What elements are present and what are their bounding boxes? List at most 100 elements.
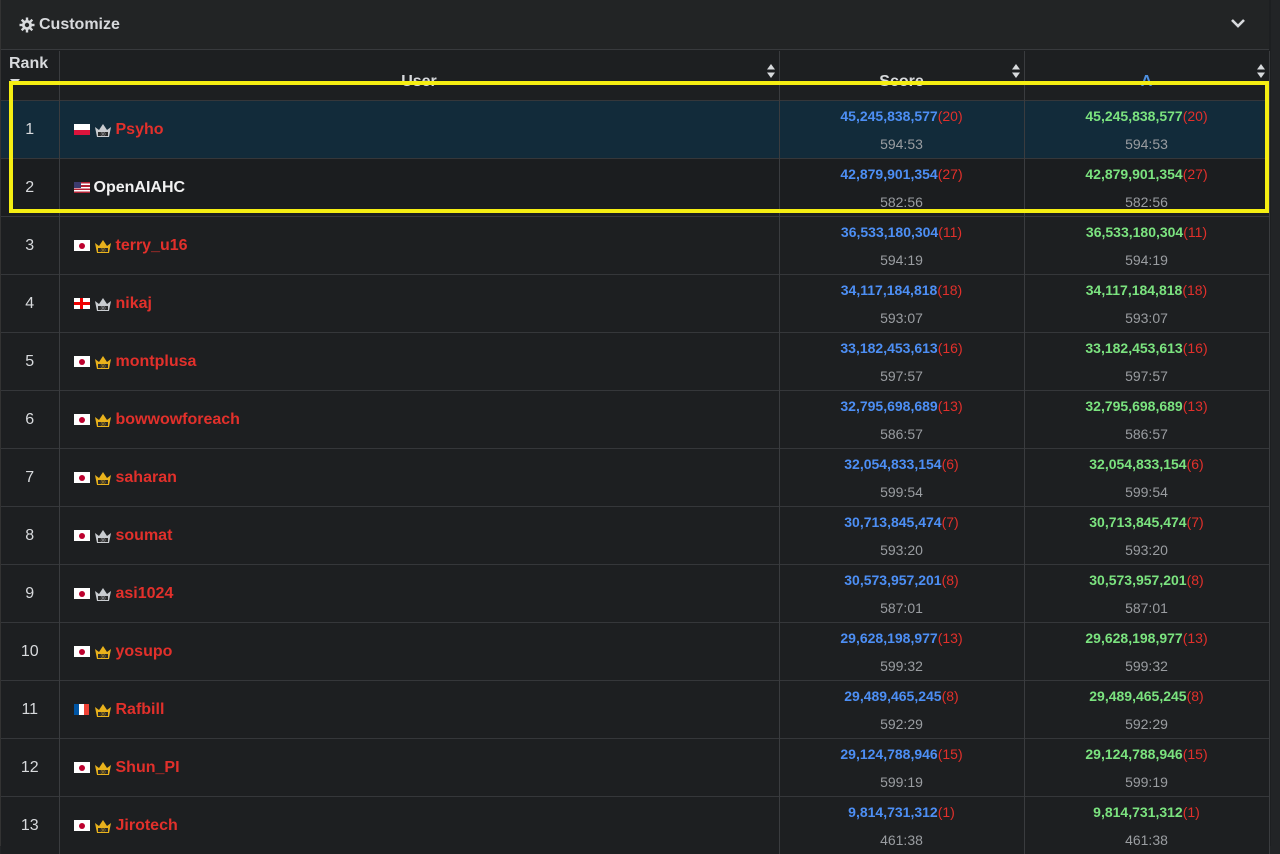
score-time: 594:53 bbox=[780, 130, 1024, 158]
score-cell[interactable]: 29,124,788,946(15) 599:19 bbox=[779, 739, 1024, 797]
user-link[interactable]: Jirotech bbox=[116, 817, 178, 835]
table-row: 6 30 bowwowforeach 32,795,698,689(13) 58… bbox=[1, 391, 1269, 449]
score-submission-count: (8) bbox=[942, 572, 959, 588]
score-value: 29,124,788,946 bbox=[840, 746, 937, 762]
user-link[interactable]: bowwowforeach bbox=[116, 411, 240, 429]
a-cell[interactable]: 33,182,453,613(16) 597:57 bbox=[1024, 333, 1269, 391]
a-score-value: 29,489,465,245 bbox=[1089, 688, 1186, 704]
score-value: 30,713,845,474 bbox=[844, 514, 941, 530]
rank-value: 5 bbox=[25, 353, 34, 370]
user-link[interactable]: nikaj bbox=[116, 295, 152, 313]
a-cell[interactable]: 29,124,788,946(15) 599:19 bbox=[1024, 739, 1269, 797]
table-row: 7 30 saharan 32,054,833,154(6) 599:54 32… bbox=[1, 449, 1269, 507]
score-time: 461:38 bbox=[780, 826, 1024, 854]
a-column-header[interactable]: A bbox=[1024, 51, 1269, 101]
sort-icon bbox=[1012, 64, 1020, 78]
a-score-value: 29,124,788,946 bbox=[1085, 746, 1182, 762]
score-cell[interactable]: 45,245,838,577(20) 594:53 bbox=[779, 101, 1024, 159]
rank-column-header[interactable]: Rank bbox=[1, 51, 59, 101]
a-submission-count: (20) bbox=[1183, 108, 1208, 124]
score-cell[interactable]: 29,489,465,245(8) 592:29 bbox=[779, 681, 1024, 739]
a-time: 587:01 bbox=[1025, 594, 1269, 622]
score-cell[interactable]: 29,628,198,977(13) 599:32 bbox=[779, 623, 1024, 681]
user-cell: 30 soumat bbox=[59, 507, 779, 565]
a-score-value: 30,713,845,474 bbox=[1089, 514, 1186, 530]
a-cell[interactable]: 30,713,845,474(7) 593:20 bbox=[1024, 507, 1269, 565]
table-row: 1 30 Psyho 45,245,838,577(20) 594:53 45,… bbox=[1, 101, 1269, 159]
score-cell[interactable]: 42,879,901,354(27) 582:56 bbox=[779, 159, 1024, 217]
table-row: 8 30 soumat 30,713,845,474(7) 593:20 30,… bbox=[1, 507, 1269, 565]
user-cell: 30 montplusa bbox=[59, 333, 779, 391]
customize-bar[interactable]: Customize bbox=[1, 0, 1269, 50]
score-cell[interactable]: 36,533,180,304(11) 594:19 bbox=[779, 217, 1024, 275]
a-submission-count: (8) bbox=[1187, 572, 1204, 588]
user-link[interactable]: soumat bbox=[116, 527, 173, 545]
crown-icon: 30 bbox=[94, 643, 112, 661]
rank-cell: 10 bbox=[1, 623, 59, 681]
user-link[interactable]: yosupo bbox=[116, 643, 173, 661]
a-cell[interactable]: 34,117,184,818(18) 593:07 bbox=[1024, 275, 1269, 333]
score-column-header[interactable]: Score bbox=[779, 51, 1024, 101]
user-column-header[interactable]: User bbox=[59, 51, 779, 101]
score-cell[interactable]: 30,573,957,201(8) 587:01 bbox=[779, 565, 1024, 623]
rank-cell: 11 bbox=[1, 681, 59, 739]
score-time: 593:07 bbox=[780, 304, 1024, 332]
a-cell[interactable]: 45,245,838,577(20) 594:53 bbox=[1024, 101, 1269, 159]
score-cell[interactable]: 9,814,731,312(1) 461:38 bbox=[779, 797, 1024, 854]
score-cell[interactable]: 34,117,184,818(18) 593:07 bbox=[779, 275, 1024, 333]
score-cell[interactable]: 32,795,698,689(13) 586:57 bbox=[779, 391, 1024, 449]
svg-text:30: 30 bbox=[100, 421, 106, 426]
a-score-value: 33,182,453,613 bbox=[1085, 340, 1182, 356]
rank-cell: 1 bbox=[1, 101, 59, 159]
a-cell[interactable]: 29,628,198,977(13) 599:32 bbox=[1024, 623, 1269, 681]
user-link[interactable]: montplusa bbox=[116, 353, 197, 371]
country-flag-icon bbox=[74, 414, 90, 425]
user-cell: 30 nikaj bbox=[59, 275, 779, 333]
a-score-value: 32,054,833,154 bbox=[1089, 456, 1186, 472]
a-time: 593:20 bbox=[1025, 536, 1269, 564]
score-value: 30,573,957,201 bbox=[844, 572, 941, 588]
a-score-value: 29,628,198,977 bbox=[1085, 630, 1182, 646]
svg-text:30: 30 bbox=[100, 479, 106, 484]
country-flag-icon bbox=[74, 704, 90, 715]
score-submission-count: (15) bbox=[938, 746, 963, 762]
a-cell[interactable]: 32,054,833,154(6) 599:54 bbox=[1024, 449, 1269, 507]
score-value: 29,489,465,245 bbox=[844, 688, 941, 704]
a-time: 582:56 bbox=[1025, 188, 1269, 216]
user-link[interactable]: terry_u16 bbox=[116, 237, 188, 255]
a-submission-count: (15) bbox=[1183, 746, 1208, 762]
country-flag-icon bbox=[74, 530, 90, 541]
user-link[interactable]: OpenAIAHC bbox=[94, 179, 186, 197]
user-link[interactable]: asi1024 bbox=[116, 585, 174, 603]
user-link[interactable]: Rafbill bbox=[116, 701, 165, 719]
score-submission-count: (27) bbox=[938, 166, 963, 182]
a-score-value: 36,533,180,304 bbox=[1086, 224, 1183, 240]
a-cell[interactable]: 32,795,698,689(13) 586:57 bbox=[1024, 391, 1269, 449]
score-time: 592:29 bbox=[780, 710, 1024, 738]
a-cell[interactable]: 36,533,180,304(11) 594:19 bbox=[1024, 217, 1269, 275]
table-row: 5 30 montplusa 33,182,453,613(16) 597:57… bbox=[1, 333, 1269, 391]
score-cell[interactable]: 30,713,845,474(7) 593:20 bbox=[779, 507, 1024, 565]
crown-icon: 30 bbox=[94, 121, 112, 139]
user-link[interactable]: Psyho bbox=[116, 121, 164, 139]
chevron-down-icon[interactable] bbox=[1229, 14, 1247, 32]
a-time: 594:19 bbox=[1025, 246, 1269, 274]
a-score-value: 9,814,731,312 bbox=[1093, 804, 1183, 820]
crown-icon: 30 bbox=[94, 295, 112, 313]
table-row: 10 30 yosupo 29,628,198,977(13) 599:32 2… bbox=[1, 623, 1269, 681]
score-cell[interactable]: 33,182,453,613(16) 597:57 bbox=[779, 333, 1024, 391]
svg-text:30: 30 bbox=[100, 595, 106, 600]
a-cell[interactable]: 42,879,901,354(27) 582:56 bbox=[1024, 159, 1269, 217]
svg-text:30: 30 bbox=[100, 769, 106, 774]
score-time: 599:32 bbox=[780, 652, 1024, 680]
user-link[interactable]: Shun_PI bbox=[116, 759, 180, 777]
a-cell[interactable]: 9,814,731,312(1) 461:38 bbox=[1024, 797, 1269, 854]
rank-cell: 4 bbox=[1, 275, 59, 333]
a-cell[interactable]: 29,489,465,245(8) 592:29 bbox=[1024, 681, 1269, 739]
score-cell[interactable]: 32,054,833,154(6) 599:54 bbox=[779, 449, 1024, 507]
a-cell[interactable]: 30,573,957,201(8) 587:01 bbox=[1024, 565, 1269, 623]
country-flag-icon bbox=[74, 298, 90, 309]
crown-icon: 30 bbox=[94, 817, 112, 835]
score-value: 32,795,698,689 bbox=[840, 398, 937, 414]
user-link[interactable]: saharan bbox=[116, 469, 177, 487]
